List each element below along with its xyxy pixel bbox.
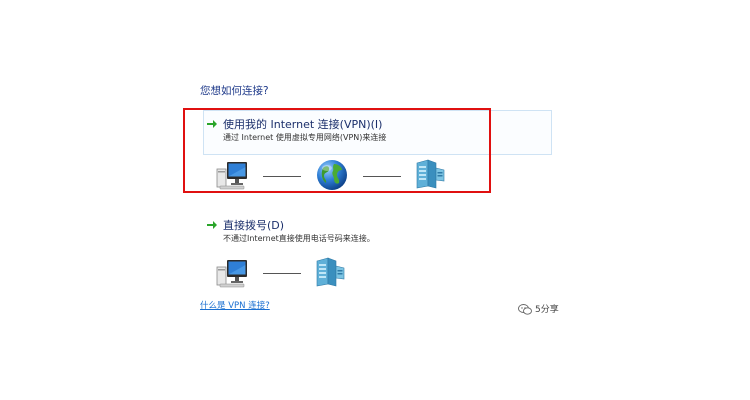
green-arrow-icon	[207, 120, 217, 128]
option-dial-title[interactable]: 直接拨号(D)	[223, 217, 284, 233]
connection-wizard-page: 您想如何连接? 使用我的 Internet 连接(VPN)(I) 通过 Inte…	[0, 0, 750, 400]
computer-icon	[216, 260, 247, 288]
option-vpn[interactable]: 使用我的 Internet 连接(VPN)(I) 通过 Internet 使用虚…	[203, 110, 553, 158]
vpn-diagram	[215, 157, 455, 193]
dial-diagram	[215, 255, 355, 291]
what-is-vpn-link[interactable]: 什么是 VPN 连接?	[200, 299, 270, 311]
option-vpn-row[interactable]: 使用我的 Internet 连接(VPN)(I) 通过 Internet 使用虚…	[203, 110, 553, 158]
page-heading: 您想如何连接?	[200, 85, 269, 97]
option-dial-description: 不通过Internet直接使用电话号码来连接。	[223, 234, 375, 243]
connection-line	[263, 273, 301, 274]
option-vpn-title[interactable]: 使用我的 Internet 连接(VPN)(I)	[223, 116, 382, 132]
watermark-text: 5分享	[535, 305, 559, 315]
connection-line	[263, 176, 301, 177]
watermark: 5分享	[518, 302, 559, 315]
wechat-icon	[518, 304, 532, 315]
option-dial-row[interactable]: 直接拨号(D) 不通过Internet直接使用电话号码来连接。	[203, 211, 553, 259]
server-icon	[316, 257, 345, 287]
connection-line	[363, 176, 401, 177]
server-icon	[416, 159, 445, 189]
option-vpn-description: 通过 Internet 使用虚拟专用网络(VPN)来连接	[223, 133, 387, 142]
computer-icon	[216, 162, 247, 190]
option-dial[interactable]: 直接拨号(D) 不通过Internet直接使用电话号码来连接。	[203, 211, 553, 259]
green-arrow-icon	[207, 221, 217, 229]
globe-icon	[317, 160, 347, 190]
